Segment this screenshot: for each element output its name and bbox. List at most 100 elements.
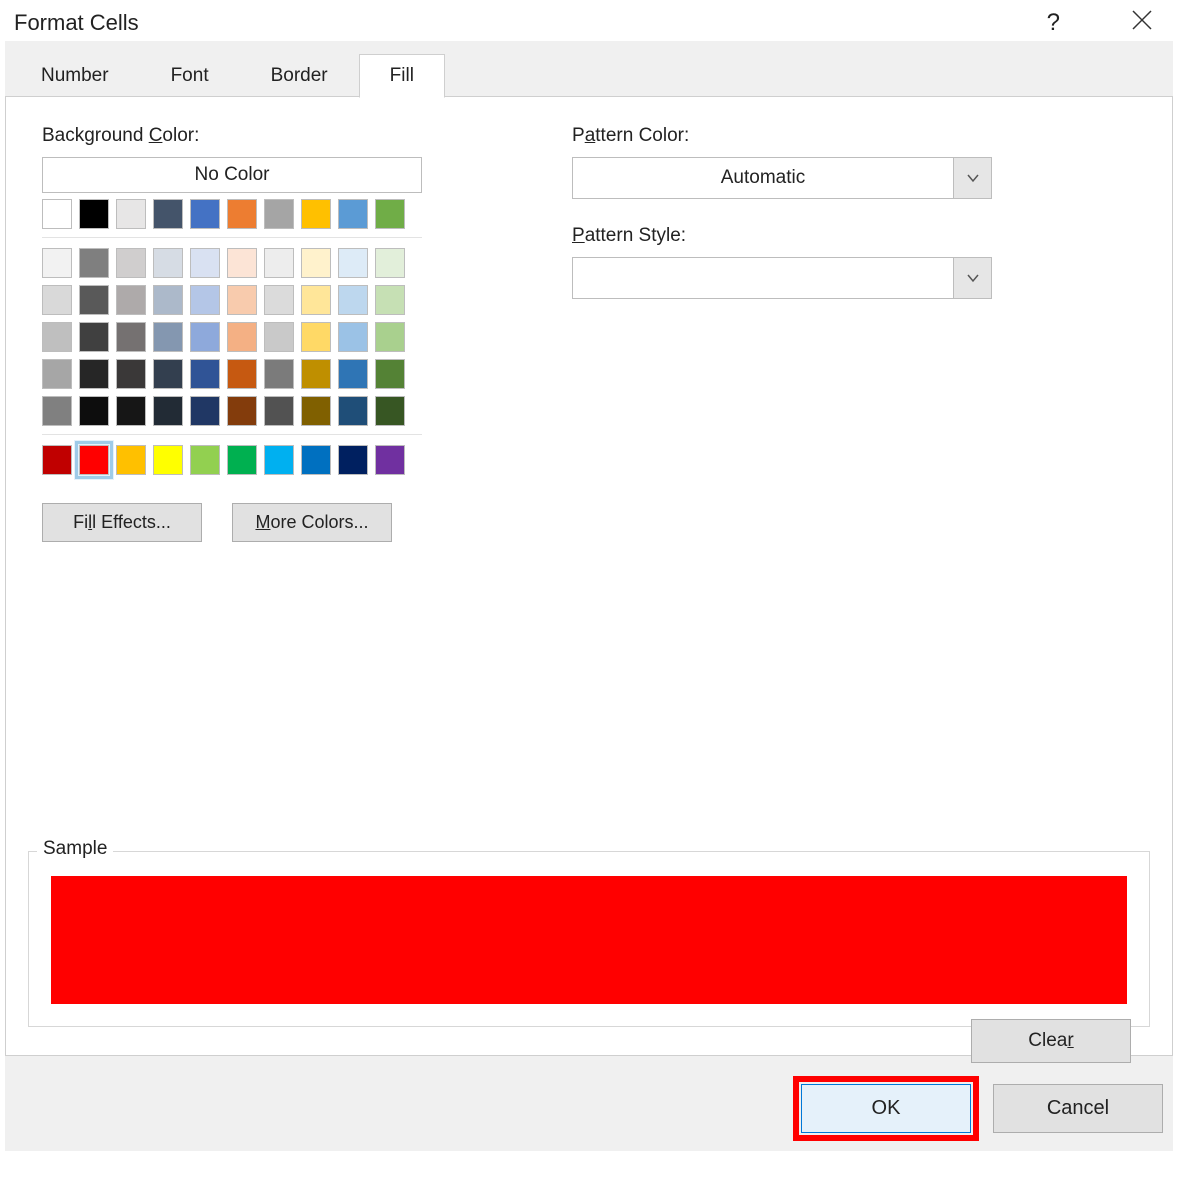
color-swatch[interactable] bbox=[375, 248, 405, 278]
color-swatch[interactable] bbox=[79, 285, 109, 315]
color-swatch[interactable] bbox=[338, 199, 368, 229]
color-swatch[interactable] bbox=[227, 248, 257, 278]
color-swatch[interactable] bbox=[375, 396, 405, 426]
color-swatch[interactable] bbox=[79, 248, 109, 278]
color-swatch[interactable] bbox=[42, 199, 72, 229]
color-swatch[interactable] bbox=[264, 285, 294, 315]
color-swatch[interactable] bbox=[116, 199, 146, 229]
color-swatch[interactable] bbox=[227, 359, 257, 389]
color-swatch[interactable] bbox=[190, 199, 220, 229]
color-swatch[interactable] bbox=[227, 445, 257, 475]
color-swatch[interactable] bbox=[227, 322, 257, 352]
color-swatch[interactable] bbox=[227, 396, 257, 426]
color-swatch[interactable] bbox=[264, 359, 294, 389]
color-swatch[interactable] bbox=[42, 396, 72, 426]
color-swatch[interactable] bbox=[116, 396, 146, 426]
color-swatch[interactable] bbox=[227, 199, 257, 229]
no-color-button[interactable]: No Color bbox=[42, 157, 422, 193]
color-swatch[interactable] bbox=[42, 445, 72, 475]
theme-shade-row bbox=[42, 285, 422, 315]
color-swatch[interactable] bbox=[42, 359, 72, 389]
color-swatch[interactable] bbox=[153, 445, 183, 475]
color-swatch[interactable] bbox=[153, 322, 183, 352]
color-swatch[interactable] bbox=[338, 285, 368, 315]
title-bar: Format Cells ? bbox=[0, 0, 1178, 41]
help-icon[interactable]: ? bbox=[1047, 9, 1070, 37]
tab-number[interactable]: Number bbox=[10, 54, 140, 98]
color-swatch[interactable] bbox=[375, 285, 405, 315]
color-swatch[interactable] bbox=[301, 359, 331, 389]
fill-effects-button[interactable]: Fill Effects... bbox=[42, 503, 202, 542]
color-swatch[interactable] bbox=[190, 396, 220, 426]
cancel-button[interactable]: Cancel bbox=[993, 1084, 1163, 1133]
color-swatch[interactable] bbox=[190, 445, 220, 475]
color-swatch[interactable] bbox=[190, 248, 220, 278]
color-swatch[interactable] bbox=[153, 285, 183, 315]
pattern-color-dropdown[interactable]: Automatic bbox=[572, 157, 992, 199]
color-swatch[interactable] bbox=[264, 248, 294, 278]
color-swatch[interactable] bbox=[264, 199, 294, 229]
color-swatch[interactable] bbox=[227, 285, 257, 315]
color-swatch[interactable] bbox=[153, 396, 183, 426]
color-swatch[interactable] bbox=[79, 199, 109, 229]
dialog-title: Format Cells bbox=[14, 10, 139, 36]
tab-border[interactable]: Border bbox=[240, 54, 359, 98]
color-swatch[interactable] bbox=[375, 445, 405, 475]
color-swatch[interactable] bbox=[301, 322, 331, 352]
color-swatch[interactable] bbox=[264, 322, 294, 352]
color-swatch[interactable] bbox=[116, 445, 146, 475]
pattern-color-label: Pattern Color: bbox=[572, 125, 1136, 147]
sample-preview bbox=[51, 876, 1127, 1004]
color-swatch[interactable] bbox=[42, 248, 72, 278]
divider bbox=[42, 434, 422, 435]
color-swatch[interactable] bbox=[79, 445, 109, 475]
ok-button[interactable]: OK bbox=[801, 1084, 971, 1133]
tab-fill[interactable]: Fill bbox=[359, 54, 445, 98]
color-swatch[interactable] bbox=[375, 199, 405, 229]
dialog-footer: OK Cancel bbox=[793, 1076, 1163, 1141]
color-swatch[interactable] bbox=[79, 322, 109, 352]
color-swatch[interactable] bbox=[301, 396, 331, 426]
background-color-label: Background Color: bbox=[42, 125, 462, 147]
color-swatch[interactable] bbox=[301, 248, 331, 278]
color-swatch[interactable] bbox=[375, 359, 405, 389]
theme-color-grid bbox=[42, 199, 422, 475]
more-colors-button[interactable]: More Colors... bbox=[232, 503, 392, 542]
clear-button[interactable]: Clear bbox=[971, 1019, 1131, 1063]
color-swatch[interactable] bbox=[338, 445, 368, 475]
color-swatch[interactable] bbox=[190, 285, 220, 315]
chevron-down-icon[interactable] bbox=[953, 258, 991, 298]
color-swatch[interactable] bbox=[153, 248, 183, 278]
pattern-style-dropdown[interactable] bbox=[572, 257, 992, 299]
color-swatch[interactable] bbox=[190, 359, 220, 389]
color-swatch[interactable] bbox=[264, 396, 294, 426]
color-swatch[interactable] bbox=[301, 445, 331, 475]
color-swatch[interactable] bbox=[301, 199, 331, 229]
pattern-style-label: Pattern Style: bbox=[572, 225, 1136, 247]
color-swatch[interactable] bbox=[301, 285, 331, 315]
color-swatch[interactable] bbox=[338, 359, 368, 389]
background-color-section: Background Color: No Color Fill Effects.… bbox=[42, 125, 462, 542]
color-swatch[interactable] bbox=[116, 359, 146, 389]
color-swatch[interactable] bbox=[42, 285, 72, 315]
color-swatch[interactable] bbox=[190, 322, 220, 352]
color-swatch[interactable] bbox=[338, 248, 368, 278]
color-swatch[interactable] bbox=[375, 322, 405, 352]
color-swatch[interactable] bbox=[153, 199, 183, 229]
label-accelerator: C bbox=[149, 125, 163, 146]
color-swatch[interactable] bbox=[338, 322, 368, 352]
color-swatch[interactable] bbox=[153, 359, 183, 389]
color-swatch[interactable] bbox=[42, 322, 72, 352]
color-swatch[interactable] bbox=[79, 359, 109, 389]
color-swatch[interactable] bbox=[264, 445, 294, 475]
ok-highlight-annotation: OK bbox=[793, 1076, 979, 1141]
color-swatch[interactable] bbox=[116, 248, 146, 278]
close-icon[interactable] bbox=[1130, 8, 1154, 37]
color-swatch[interactable] bbox=[116, 322, 146, 352]
tab-font[interactable]: Font bbox=[140, 54, 240, 98]
color-swatch[interactable] bbox=[116, 285, 146, 315]
tab-bar: Number Font Border Fill bbox=[5, 41, 1173, 97]
color-swatch[interactable] bbox=[79, 396, 109, 426]
chevron-down-icon[interactable] bbox=[953, 158, 991, 198]
color-swatch[interactable] bbox=[338, 396, 368, 426]
